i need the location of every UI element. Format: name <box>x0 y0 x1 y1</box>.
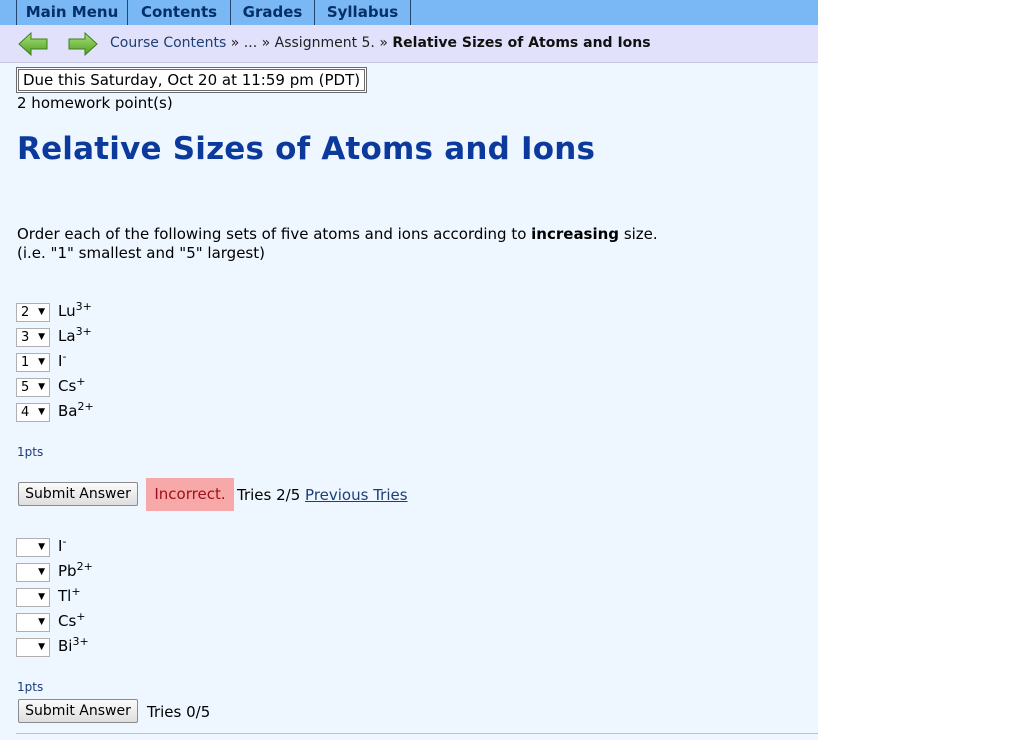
ion-label: Tl+ <box>58 585 81 605</box>
ion-label: Ba2+ <box>58 400 94 420</box>
breadcrumb-assignment[interactable]: Assignment 5. <box>275 35 375 51</box>
tries-counter: Tries 2/5 Previous Tries <box>237 486 408 504</box>
dropdown-arrow-icon: ▼ <box>38 307 45 317</box>
rank-select[interactable]: ▼ <box>16 588 50 607</box>
rank-select[interactable]: 3 ▼ <box>16 328 50 347</box>
rank-select[interactable]: ▼ <box>16 538 50 557</box>
status-badge: Incorrect. <box>146 478 234 511</box>
ion-label: Pb2+ <box>58 560 93 580</box>
breadcrumb-course-contents[interactable]: Course Contents <box>110 35 226 51</box>
rank-select[interactable]: 4 ▼ <box>16 403 50 422</box>
rank-select[interactable]: 2 ▼ <box>16 303 50 322</box>
dropdown-arrow-icon: ▼ <box>38 642 45 652</box>
ion-label: I- <box>58 350 67 370</box>
dropdown-arrow-icon: ▼ <box>38 382 45 392</box>
ion-label: Cs+ <box>58 610 86 630</box>
instructions: Order each of the following sets of five… <box>17 225 658 263</box>
previous-tries-link[interactable]: Previous Tries <box>305 486 408 504</box>
rank-select[interactable]: ▼ <box>16 638 50 657</box>
breadcrumb-separator: » <box>261 35 271 51</box>
page: Main Menu Contents Grades Syllabus Cours… <box>0 0 818 740</box>
breadcrumb: Course Contents » ... » Assignment 5. » … <box>110 35 651 51</box>
rank-select[interactable]: 1 ▼ <box>16 353 50 372</box>
ion-label: Bi3+ <box>58 635 89 655</box>
problem-points: 1pts <box>17 445 44 459</box>
breadcrumb-separator: » <box>230 35 240 51</box>
dropdown-arrow-icon: ▼ <box>38 542 45 552</box>
ion-label: Lu3+ <box>58 300 92 320</box>
menu-syllabus[interactable]: Syllabus <box>315 0 411 25</box>
instructions-text: size. <box>619 225 658 243</box>
menu-main[interactable]: Main Menu <box>16 0 128 25</box>
homework-points: 2 homework point(s) <box>17 94 173 112</box>
tries-counter: Tries 0/5 <box>147 703 211 721</box>
due-date: Due this Saturday, Oct 20 at 11:59 pm (P… <box>16 67 368 93</box>
menu-grades[interactable]: Grades <box>231 0 315 25</box>
rank-select[interactable]: 5 ▼ <box>16 378 50 397</box>
rank-select[interactable]: ▼ <box>16 613 50 632</box>
problem-points: 1pts <box>17 680 44 694</box>
instructions-hint: (i.e. "1" smallest and "5" largest) <box>17 244 265 262</box>
dropdown-arrow-icon: ▼ <box>38 357 45 367</box>
instructions-text: Order each of the following sets of five… <box>17 225 532 243</box>
page-title: Relative Sizes of Atoms and Ions <box>17 131 596 167</box>
submit-answer-button[interactable]: Submit Answer <box>18 699 138 723</box>
breadcrumb-current: Relative Sizes of Atoms and Ions <box>392 35 651 51</box>
menu-bar: Main Menu Contents Grades Syllabus <box>0 0 818 25</box>
dropdown-arrow-icon: ▼ <box>38 592 45 602</box>
breadcrumb-separator: » <box>379 35 388 51</box>
dropdown-arrow-icon: ▼ <box>38 567 45 577</box>
back-arrow-icon[interactable] <box>18 31 48 57</box>
dropdown-arrow-icon: ▼ <box>38 407 45 417</box>
instructions-emphasis: increasing <box>531 225 620 243</box>
rank-select[interactable]: ▼ <box>16 563 50 582</box>
menu-contents[interactable]: Contents <box>128 0 231 25</box>
dropdown-arrow-icon: ▼ <box>38 617 45 627</box>
ion-label: I- <box>58 535 67 555</box>
tries-text: Tries 2/5 <box>237 486 301 504</box>
breadcrumb-bar: Course Contents » ... » Assignment 5. » … <box>0 25 818 63</box>
ion-label: Cs+ <box>58 375 86 395</box>
submit-answer-button[interactable]: Submit Answer <box>18 482 138 506</box>
dropdown-arrow-icon: ▼ <box>38 332 45 342</box>
divider <box>16 733 818 734</box>
breadcrumb-ellipsis[interactable]: ... <box>244 35 257 51</box>
forward-arrow-icon[interactable] <box>68 31 98 57</box>
ion-label: La3+ <box>58 325 92 345</box>
